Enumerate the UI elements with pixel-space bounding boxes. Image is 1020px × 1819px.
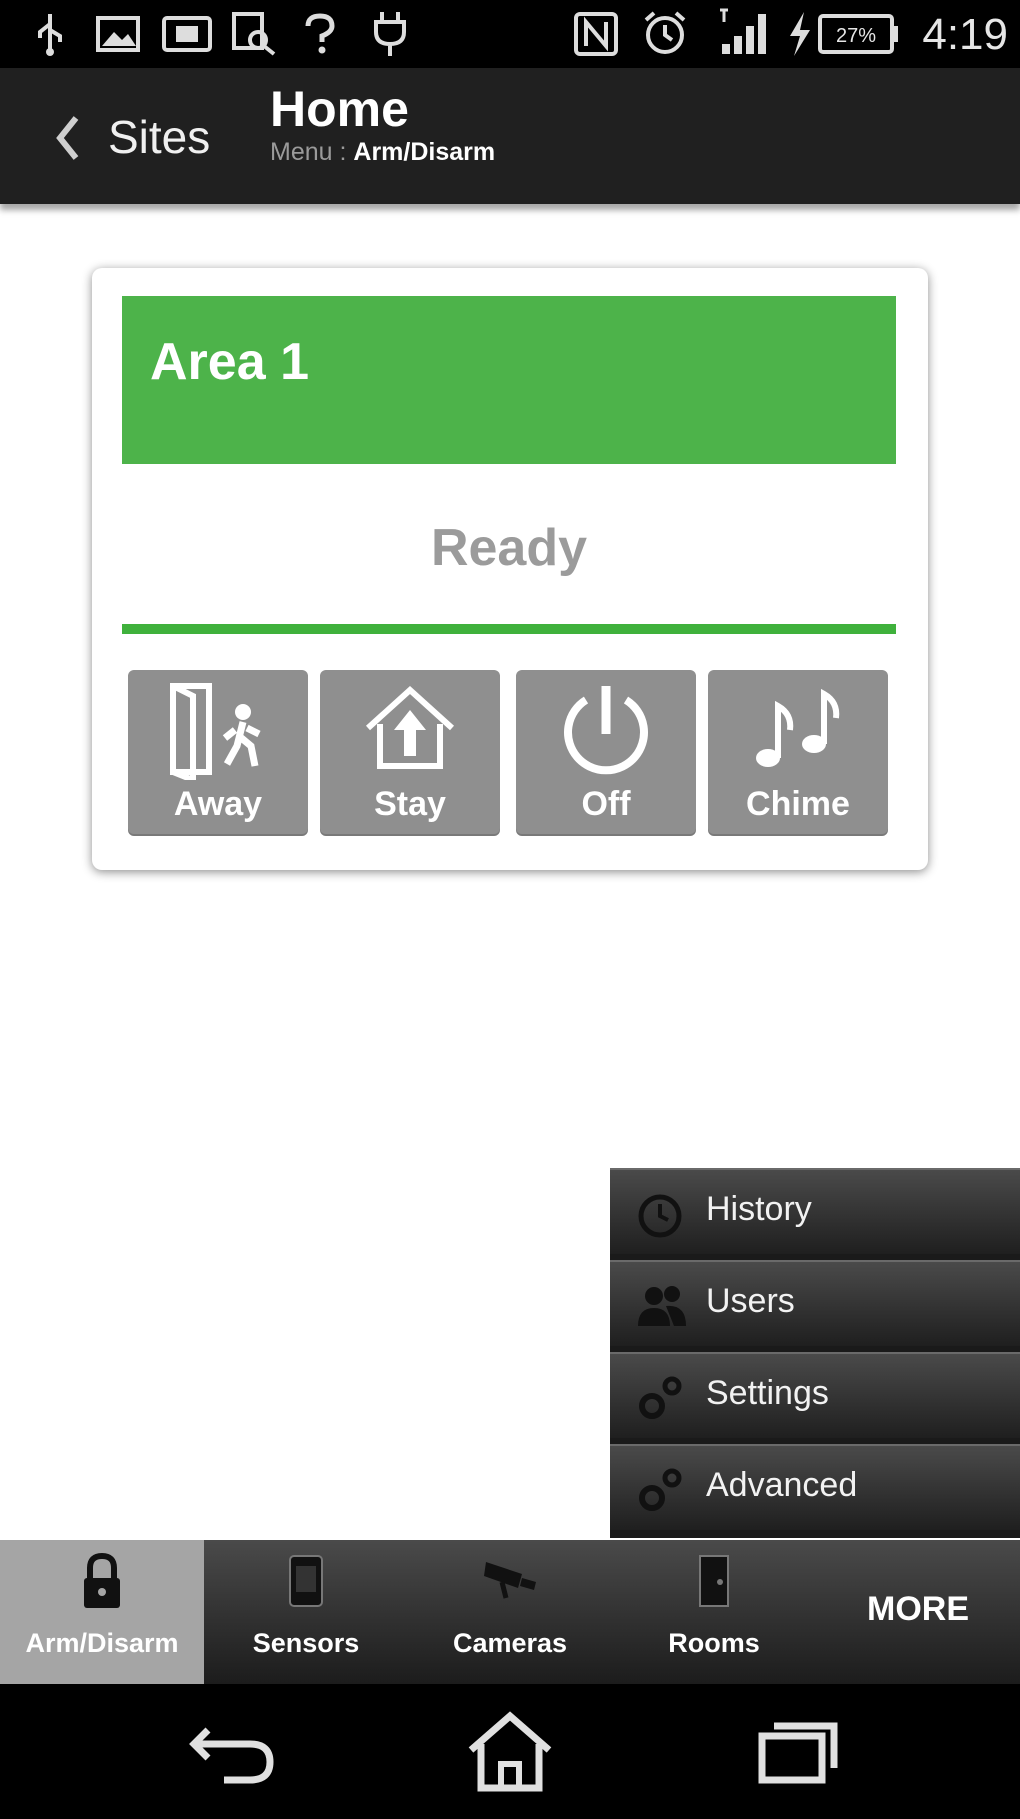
away-door-icon (170, 683, 261, 780)
menu-prefix: Menu : (270, 138, 347, 166)
area-status: Ready (430, 519, 588, 577)
away-label: Away (173, 785, 263, 823)
menu-item-users[interactable]: Users (610, 1260, 1020, 1346)
alarm-icon (644, 11, 686, 54)
history-clock-icon (638, 1194, 682, 1238)
lock-icon (84, 1552, 120, 1608)
tab-label-more: MORE (867, 1590, 969, 1628)
signal-icon (720, 8, 766, 54)
advanced-gear-icon (639, 1468, 682, 1511)
power-plug-icon (374, 12, 406, 56)
recent-apps-icon (758, 1722, 838, 1784)
menu-item-history[interactable]: History (610, 1168, 1020, 1254)
tab-label-sensors: Sensors (252, 1628, 360, 1658)
room-icon (699, 1555, 729, 1607)
stay-house-icon (365, 685, 455, 769)
area-card: Area 1 Ready Away Stay Off Chime (92, 268, 928, 870)
home-icon (468, 1711, 552, 1792)
status-bar: 27% 4:19 (0, 0, 1020, 68)
tab-arm-disarm[interactable]: Arm/Disarm (0, 1540, 204, 1684)
sd-card-icon (162, 16, 212, 52)
settings-gear-icon (639, 1376, 682, 1419)
nav-back-button[interactable] (180, 1710, 290, 1794)
back-label: Sites (108, 111, 211, 163)
off-button[interactable]: Off (516, 670, 696, 836)
menu-breadcrumb: Menu : Arm/Disarm (270, 136, 495, 168)
tab-label-rooms: Rooms (668, 1628, 760, 1658)
svg-text:27%: 27% (836, 25, 876, 47)
title-block: Home Menu : Arm/Disarm (270, 82, 495, 168)
away-button[interactable]: Away (128, 670, 308, 836)
settings-label: Settings (706, 1374, 829, 1412)
nav-home-button[interactable] (455, 1710, 565, 1794)
nav-recent-apps-button[interactable] (740, 1710, 850, 1794)
power-off-icon (564, 686, 648, 775)
action-bar: Sites Home Menu : Arm/Disarm (0, 68, 1020, 204)
system-nav-bar (0, 1684, 1020, 1819)
chevron-left-icon (56, 116, 79, 160)
area-name: Area 1 (150, 333, 309, 391)
page-title: Home (270, 81, 409, 137)
area-header: Area 1 (122, 296, 896, 464)
back-icon (189, 1727, 274, 1784)
history-label: History (706, 1190, 812, 1228)
menu-value: Arm/Disarm (353, 138, 496, 166)
question-icon (305, 13, 335, 54)
tab-sensors[interactable]: Sensors (204, 1540, 408, 1684)
more-menu: History Users Settings Advanced (610, 1168, 1020, 1538)
menu-item-advanced[interactable]: Advanced (610, 1444, 1020, 1530)
back-to-sites-button[interactable]: Sites (40, 96, 240, 178)
status-time: 4:19 (922, 10, 1008, 59)
charging-icon (790, 12, 810, 56)
search-doc-icon (232, 12, 276, 56)
chime-label: Chime (746, 785, 850, 823)
sensor-icon (289, 1555, 323, 1607)
usb-icon (38, 14, 62, 56)
advanced-label: Advanced (706, 1466, 858, 1504)
battery-icon: 27% (818, 14, 898, 54)
tab-label-cameras: Cameras (452, 1628, 568, 1658)
camera-icon (484, 1562, 536, 1599)
nfc-icon (574, 12, 618, 56)
status-divider (122, 624, 896, 634)
tab-label-arm-disarm: Arm/Disarm (25, 1628, 179, 1658)
tab-more[interactable]: MORE (816, 1540, 1020, 1684)
chime-music-icon (756, 688, 840, 767)
chime-button[interactable]: Chime (708, 670, 888, 836)
stay-button[interactable]: Stay (320, 670, 500, 836)
tab-rooms[interactable]: Rooms (612, 1540, 816, 1684)
users-label: Users (706, 1282, 795, 1320)
tab-bar: Arm/Disarm Sensors Cameras Rooms MORE (0, 1540, 1020, 1684)
users-icon (638, 1286, 686, 1326)
stay-label: Stay (374, 785, 446, 823)
tab-cameras[interactable]: Cameras (408, 1540, 612, 1684)
off-label: Off (581, 785, 631, 823)
image-icon (96, 16, 140, 52)
menu-item-settings[interactable]: Settings (610, 1352, 1020, 1438)
